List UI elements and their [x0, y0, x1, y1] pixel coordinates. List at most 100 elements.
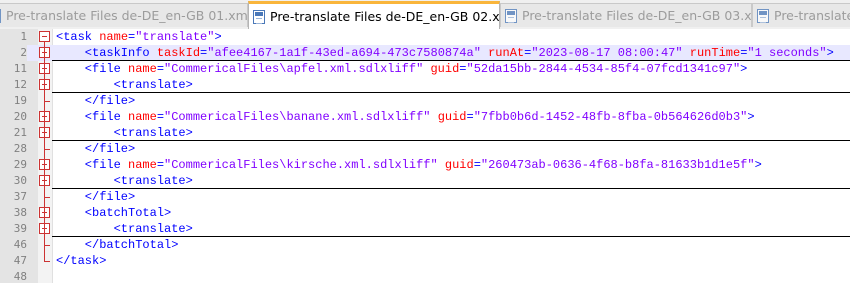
xml-tag-token: <file	[56, 158, 129, 172]
code-text: <translate>	[56, 125, 193, 141]
line-number: 29	[13, 158, 27, 171]
code-text: </task>	[56, 253, 106, 269]
xml-tag-token: <file	[56, 62, 129, 76]
xml-attr-token: taskId	[156, 46, 201, 60]
xml-attr-token: name	[128, 62, 157, 76]
xml-value-token: "CommericalFiles\kirsche.xml.sdlxliff"	[164, 158, 438, 172]
xml-tag-token: </file>	[56, 190, 136, 204]
xml-value-token: "afee4167-1a1f-43ed-a694-473c7580874a"	[207, 46, 481, 60]
code-text: <translate>	[56, 173, 193, 189]
fold-guide-line	[44, 42, 45, 261]
line-number: 37	[13, 190, 27, 203]
xml-attr-token: guid	[444, 158, 474, 172]
tab-label: Pre-translate Files de-DE_en-GB 01.xml	[6, 8, 248, 23]
code-editor[interactable]: 1 <task name="translate"> 2 <taskInfo task…	[0, 29, 850, 283]
line-number: 48	[13, 270, 27, 283]
xml-value-token: "260473ab-0636-4f68-b8fa-81633b1d1e5f"	[480, 158, 755, 172]
line-number: 38	[13, 206, 27, 219]
code-text: <taskInfo taskId="afee4167-1a1f-43ed-a69…	[56, 45, 834, 61]
fold-end-marker	[44, 261, 50, 262]
collapse-fold-icon[interactable]	[39, 31, 50, 42]
line-number: 2	[0, 45, 27, 61]
xml-file-icon	[253, 9, 265, 24]
tab-file-04[interactable]: Pre-translate Files	[752, 3, 850, 27]
code-line: 37 </file>	[0, 189, 850, 205]
code-line: 47 </task>	[0, 253, 850, 269]
xml-tag-token: =	[156, 110, 165, 124]
code-line: 38 <batchTotal>	[0, 205, 850, 221]
tab-file-02[interactable]: Pre-translate Files de-DE_en-GB 02.xml ×	[248, 1, 500, 29]
line-number: 46	[13, 238, 27, 251]
code-text: <file name="CommericalFiles\apfel.xml.sd…	[56, 61, 748, 77]
code-line: 46 </batchTotal>	[0, 237, 850, 253]
line-number: 11	[13, 62, 27, 75]
xml-value-token: "1 seconds"	[747, 46, 827, 60]
xml-tag-token: >	[747, 110, 755, 124]
xml-tag-token: >	[754, 158, 762, 172]
code-text: <task name="translate">	[56, 29, 222, 45]
xml-tag-token: <taskInfo	[56, 46, 157, 60]
xml-tag-token: <batchTotal>	[56, 206, 172, 220]
code-line: 2 <taskInfo taskId="afee4167-1a1f-43ed-a…	[0, 45, 850, 61]
code-text: <file name="CommericalFiles\kirsche.xml.…	[56, 157, 762, 173]
xml-file-icon	[0, 8, 1, 23]
line-number: 28	[13, 142, 27, 155]
xml-value-token: "translate"	[135, 30, 215, 44]
tab-file-03[interactable]: Pre-translate Files de-DE_en-GB 03.xml ×	[500, 3, 752, 27]
code-line: 39 <translate>	[0, 221, 850, 237]
code-line: 1 <task name="translate">	[0, 29, 850, 45]
code-text: </batchTotal>	[56, 237, 179, 253]
code-line: 11 <file name="CommericalFiles\apfel.xml…	[0, 61, 850, 77]
code-line: 30 <translate>	[0, 173, 850, 189]
line-number: 12	[13, 78, 27, 91]
xml-tag-token: <translate>	[56, 222, 193, 236]
xml-tag-token: =	[156, 62, 165, 76]
xml-attr-token: name	[128, 158, 157, 172]
code-text: </file>	[56, 141, 135, 157]
xml-tag-token: =	[156, 158, 165, 172]
code-text: <translate>	[56, 77, 193, 93]
xml-attr-token: guid	[437, 110, 467, 124]
xml-tag-token: =	[473, 158, 481, 172]
line-number: 39	[13, 222, 27, 235]
xml-value-token: "2023-08-17 08:00:47"	[531, 46, 683, 60]
xml-attr-token: guid	[430, 62, 460, 76]
xml-tag-token: <translate>	[56, 126, 193, 140]
code-text: <batchTotal>	[56, 205, 171, 221]
line-number: 19	[13, 94, 27, 107]
xml-tag-token: =	[466, 110, 474, 124]
xml-tag-token: <translate>	[56, 78, 193, 92]
xml-tag-token: <task	[56, 30, 100, 44]
xml-file-icon	[505, 8, 517, 23]
xml-attr-token: runAt	[488, 46, 525, 60]
xml-tag-token	[438, 158, 445, 172]
code-line: 20 <file name="CommericalFiles\banane.xm…	[0, 109, 850, 125]
code-line: 19 </file>	[0, 93, 850, 109]
xml-attr-token: name	[99, 30, 129, 44]
code-line: 12 <translate>	[0, 77, 850, 93]
xml-attr-token: runTime	[689, 46, 741, 60]
xml-tag-token: </task>	[56, 254, 107, 268]
code-line: 21 <translate>	[0, 125, 850, 141]
code-text: <translate>	[56, 221, 193, 237]
xml-tag-token: >	[740, 62, 748, 76]
xml-value-token: "CommericalFiles\banane.xml.sdlxliff"	[164, 110, 431, 124]
xml-tag-token	[430, 110, 437, 124]
tab-label: Pre-translate Files de-DE_en-GB 03.xml	[522, 8, 752, 23]
xml-tag-token: </batchTotal>	[56, 238, 179, 252]
tab-label: Pre-translate Files	[774, 8, 850, 23]
line-number: 20	[13, 110, 27, 123]
tab-file-01[interactable]: Pre-translate Files de-DE_en-GB 01.xml ×	[0, 3, 248, 27]
xml-tag-token: <translate>	[56, 174, 193, 188]
code-text: </file>	[56, 93, 135, 109]
xml-tag-token: </file>	[56, 142, 136, 156]
xml-value-token: "52da15bb-2844-4534-85f4-07fcd1341c97"	[466, 62, 741, 76]
code-line: 28 </file>	[0, 141, 850, 157]
line-number: 30	[13, 174, 27, 187]
tab-label: Pre-translate Files de-DE_en-GB 02.xml	[270, 9, 500, 24]
xml-tag-token: >	[826, 46, 834, 60]
xml-tag-token	[683, 46, 690, 60]
code-line: 48	[0, 269, 850, 283]
xml-tag-token: >	[214, 30, 222, 44]
code-text: </file>	[56, 189, 135, 205]
